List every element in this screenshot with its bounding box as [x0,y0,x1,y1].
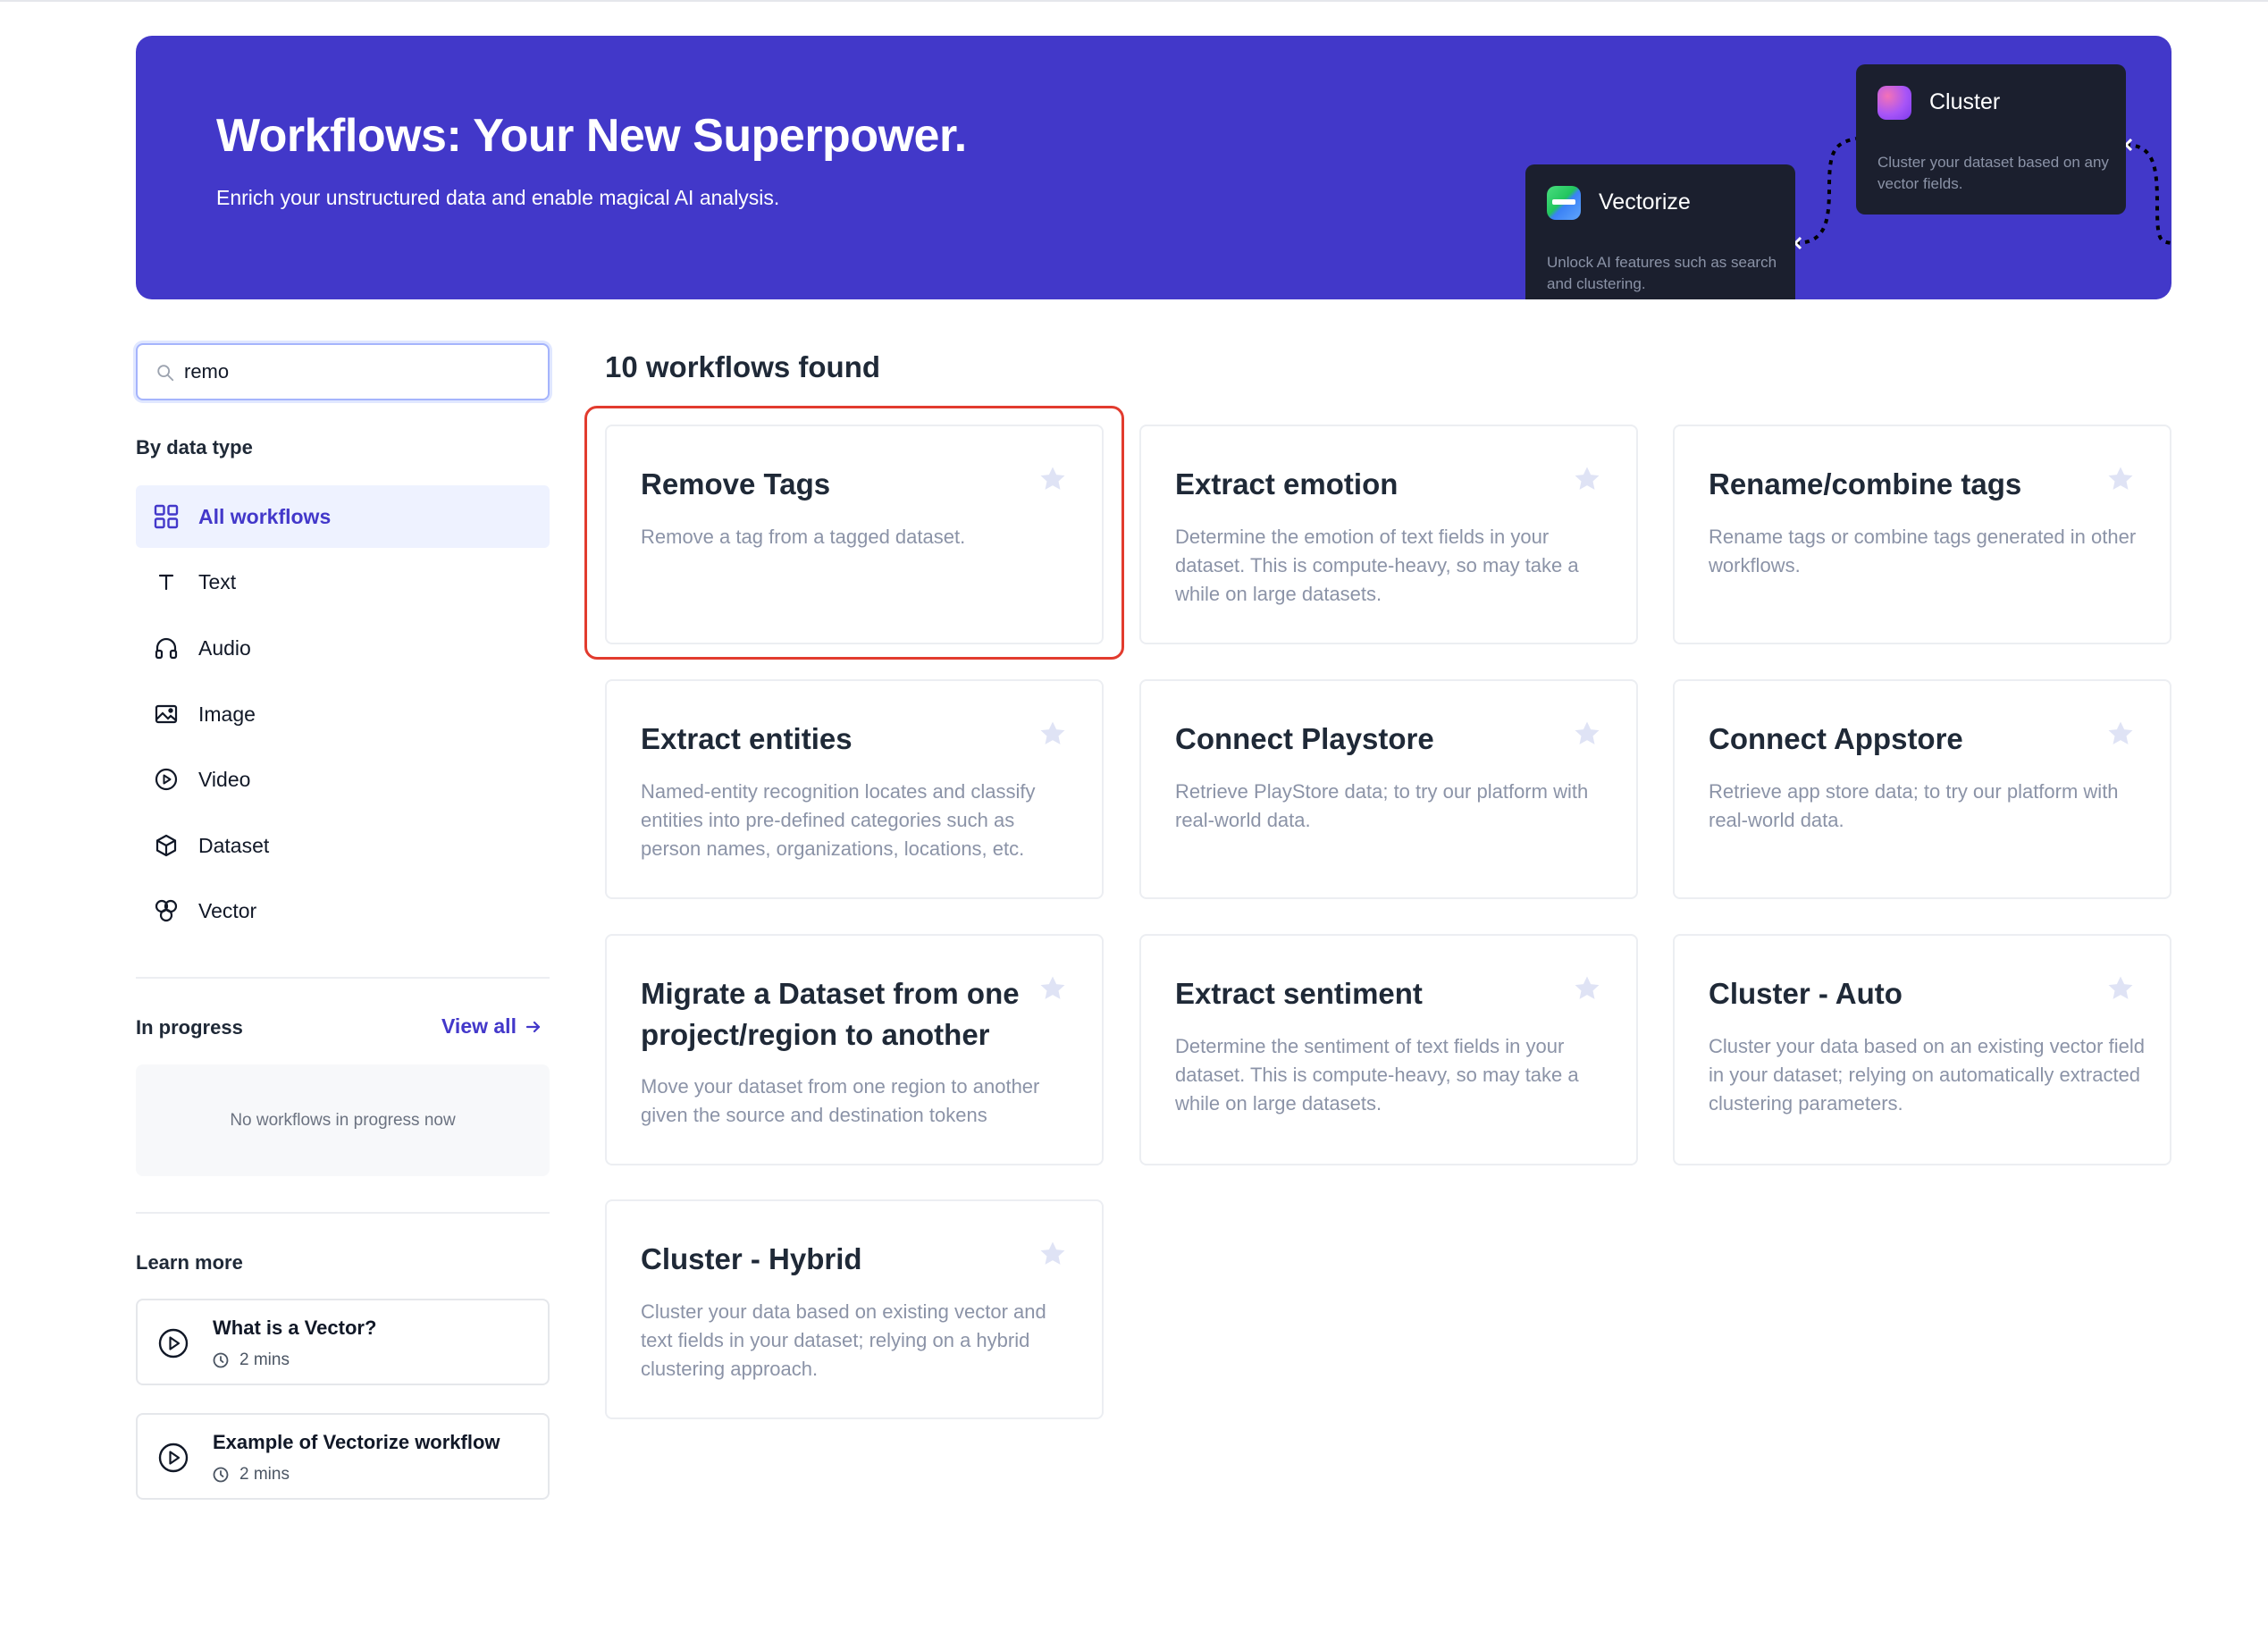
cube-icon [154,833,179,858]
view-all-label: View all [441,1014,517,1038]
star-icon[interactable] [1037,973,1068,1004]
cluster-icon [1877,86,1911,120]
star-icon[interactable] [1037,1239,1068,1269]
star-icon[interactable] [1572,719,1602,749]
workflow-description: Remove a tag from a tagged dataset. [641,526,966,548]
workflow-description: Determine the sentiment of text fields i… [1175,1035,1579,1115]
workflow-card-extract-entities[interactable]: Extract entities Named-entity recognitio… [605,679,1104,899]
empty-in-progress-text: No workflows in progress now [230,1110,456,1130]
search-input[interactable] [184,360,524,383]
type-label: Text [198,569,237,593]
workflow-card-extract-emotion[interactable]: Extract emotion Determine the emotion of… [1139,425,1638,644]
play-circle-icon [154,767,179,792]
workflow-description: Retrieve PlayStore data; to try our plat… [1175,780,1589,831]
workflow-card-remove-tags[interactable]: Remove Tags Remove a tag from a tagged d… [605,425,1104,644]
empty-in-progress: No workflows in progress now [136,1064,550,1176]
clock-icon [213,1467,229,1483]
learn-item-duration-text: 2 mins [239,1465,290,1484]
hero-banner: Workflows: Your New Superpower. Enrich y… [136,36,2171,299]
type-label: Image [198,702,256,726]
workflow-card-connect-appstore[interactable]: Connect Appstore Retrieve app store data… [1673,679,2171,899]
search-icon [157,365,174,382]
workflow-card-extract-sentiment[interactable]: Extract sentiment Determine the sentimen… [1139,934,1638,1165]
type-label: Video [198,767,251,791]
learn-item-vectorize-example[interactable]: Example of Vectorize workflow 2 mins [136,1413,550,1500]
workflow-description: Move your dataset from one region to ano… [641,1075,1040,1126]
learn-item-title: Example of Vectorize workflow [213,1431,500,1453]
clock-icon [213,1352,229,1368]
top-border [0,0,2268,2]
learn-item-title: What is a Vector? [213,1317,377,1339]
grid-icon [154,504,179,529]
star-icon[interactable] [2105,464,2136,494]
search-box [136,343,550,400]
by-data-type-label: By data type [136,436,253,458]
type-all-workflows[interactable]: All workflows [136,485,550,548]
vector-icon [154,898,179,923]
text-icon [154,569,179,594]
workflow-title: Extract entities [641,722,853,755]
cluster-node-description: Cluster your dataset based on any vector… [1877,154,2109,192]
sidebar-divider [136,977,550,979]
type-audio[interactable]: Audio [136,617,550,679]
star-icon[interactable] [1037,464,1068,494]
workflow-title: Extract emotion [1175,467,1399,501]
star-icon[interactable] [2105,973,2136,1004]
type-video[interactable]: Video [136,748,550,811]
in-progress-label: In progress [136,1016,243,1039]
star-icon[interactable] [1037,719,1068,749]
headphones-icon [154,635,179,660]
workflow-card-cluster-hybrid[interactable]: Cluster - Hybrid Cluster your data based… [605,1199,1104,1419]
type-dataset[interactable]: Dataset [136,814,550,877]
learn-item-duration: 2 mins [213,1465,290,1485]
star-icon[interactable] [1572,464,1602,494]
vectorize-node: Vectorize Unlock AI features such as sea… [1525,164,1795,299]
workflow-description: Cluster your data based on existing vect… [641,1300,1046,1380]
workflow-card-migrate-dataset[interactable]: Migrate a Dataset from one project/regio… [605,934,1104,1165]
cluster-node: Cluster Cluster your dataset based on an… [1856,64,2126,215]
type-label: Dataset [198,833,270,857]
workflow-title: Migrate a Dataset from one project/regio… [641,977,1020,1051]
workflow-title: Connect Appstore [1709,722,1963,755]
image-icon [154,702,179,727]
workflow-description: Retrieve app store data; to try our plat… [1709,780,2119,831]
workflow-description: Named-entity recognition locates and cla… [641,780,1036,860]
play-circle-icon [158,1443,189,1473]
workflow-title: Connect Playstore [1175,722,1434,755]
type-image[interactable]: Image [136,683,550,745]
results-count: 10 workflows found [605,350,881,383]
workflow-title: Cluster - Hybrid [641,1242,862,1275]
view-all-link[interactable]: View all [441,1014,542,1039]
star-icon[interactable] [2105,719,2136,749]
arrow-right-icon [525,1021,541,1032]
learn-item-what-is-vector[interactable]: What is a Vector? 2 mins [136,1299,550,1385]
type-label: Audio [198,635,251,660]
learn-item-duration-text: 2 mins [239,1350,290,1369]
workflow-title: Rename/combine tags [1709,467,2022,501]
workflow-card-rename-combine-tags[interactable]: Rename/combine tags Rename tags or combi… [1673,425,2171,644]
learn-item-duration: 2 mins [213,1350,290,1370]
star-icon[interactable] [1572,973,1602,1004]
workflow-title: Extract sentiment [1175,977,1423,1010]
type-label: All workflows [198,504,332,528]
workflow-description: Determine the emotion of text fields in … [1175,526,1579,605]
sidebar-divider [136,1212,550,1214]
workflow-description: Rename tags or combine tags generated in… [1709,526,2137,576]
vectorize-icon [1547,186,1581,220]
workflow-card-connect-playstore[interactable]: Connect Playstore Retrieve PlayStore dat… [1139,679,1638,899]
type-vector[interactable]: Vector [136,879,550,942]
type-label: Vector [198,898,257,922]
cluster-node-title: Cluster [1929,89,2001,114]
learn-more-label: Learn more [136,1251,243,1274]
type-text[interactable]: Text [136,551,550,613]
workflow-description: Cluster your data based on an existing v… [1709,1035,2145,1115]
workflow-title: Remove Tags [641,467,831,501]
vectorize-node-description: Unlock AI features such as search and cl… [1547,254,1777,292]
play-circle-icon [158,1328,189,1359]
workflow-title: Cluster - Auto [1709,977,1903,1010]
workflow-card-cluster-auto[interactable]: Cluster - Auto Cluster your data based o… [1673,934,2171,1165]
vectorize-node-title: Vectorize [1599,189,1691,215]
